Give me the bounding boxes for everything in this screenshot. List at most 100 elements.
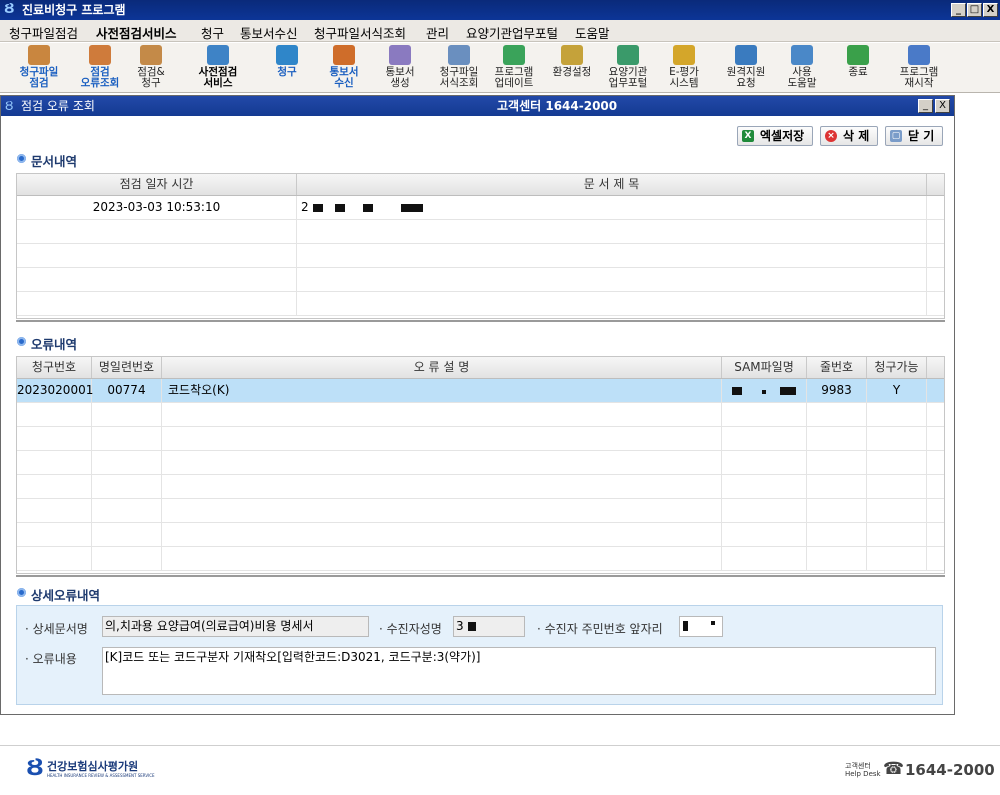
folder-check-icon [28, 45, 50, 65]
panel-close-button[interactable]: X [935, 99, 950, 113]
toolbar-button-14[interactable]: 종료 [843, 45, 873, 91]
redaction-mark [335, 204, 345, 212]
redaction-mark [711, 621, 715, 625]
table-row[interactable]: 2023020001 00774 코드착오(K) 9983 Y [17, 379, 944, 403]
toolbar-button-13[interactable]: 사용 도움말 [784, 45, 820, 91]
toolbar-button-6[interactable]: 통보서 생성 [383, 45, 417, 91]
redaction-mark [468, 622, 476, 631]
doc-grid: 점검 일자 시간 문 서 제 목 2023-03-03 10:53:10 2 [16, 173, 945, 319]
table-row[interactable] [17, 547, 944, 571]
table-row[interactable] [17, 244, 944, 268]
menu-manage[interactable]: 관리 [426, 23, 449, 42]
footer-org-sub: HEALTH INSURANCE REVIEW & ASSESSMENT SER… [47, 773, 155, 778]
form-search-icon [448, 45, 470, 65]
toolbar-button-0[interactable]: 청구파일 점검 [15, 45, 63, 91]
detail-name-label: · 수진자성명 [379, 622, 442, 636]
table-row[interactable] [17, 403, 944, 427]
err-col-serial[interactable]: 명일련번호 [92, 357, 162, 378]
toolbar-label: E-평가 시스템 [669, 66, 699, 89]
app-logo-icon: Ȣ [4, 2, 15, 17]
doc-spacer-cell [927, 196, 945, 219]
err-serial-cell: 00774 [92, 379, 162, 402]
menu-portal[interactable]: 요양기관업무포털 [466, 23, 558, 42]
err-desc-cell: 코드착오(K) [162, 379, 722, 402]
doc-col-spacer [927, 174, 945, 195]
table-row[interactable] [17, 475, 944, 499]
close-window-button[interactable]: X [983, 3, 998, 17]
menu-file-check[interactable]: 청구파일점검 [9, 23, 78, 42]
restart-icon [908, 45, 930, 65]
toolbar-button-15[interactable]: 프로그램 재시작 [891, 45, 947, 91]
err-col-claim-no[interactable]: 청구번호 [17, 357, 92, 378]
menu-precheck[interactable]: 사전점검서비스 [96, 23, 177, 42]
delete-label: 삭 제 [843, 129, 870, 143]
redaction-mark [313, 204, 323, 212]
delete-button[interactable]: × 삭 제 [820, 126, 878, 146]
err-col-claimable[interactable]: 청구가능 [867, 357, 927, 378]
detail-doc-field[interactable]: 의,치과용 요양급여(의료급여)비용 명세서 [102, 616, 369, 637]
err-claimable-cell: Y [867, 379, 927, 402]
err-col-spacer [927, 357, 945, 378]
err-col-line[interactable]: 줄번호 [807, 357, 867, 378]
menu-help[interactable]: 도움말 [575, 23, 610, 42]
detail-content-label-text: 오류내용 [32, 652, 77, 666]
create-notice-icon [389, 45, 411, 65]
toolbar-label: 사용 도움말 [787, 66, 817, 89]
toolbar-button-2[interactable]: 점검& 청구 [133, 45, 169, 91]
toolbar-button-11[interactable]: E-평가 시스템 [664, 45, 704, 91]
minimize-button[interactable]: _ [951, 3, 966, 17]
exit-icon [847, 45, 869, 65]
toolbar-button-4[interactable]: 청구 [272, 45, 302, 91]
table-row[interactable] [17, 427, 944, 451]
err-col-sam[interactable]: SAM파일명 [722, 357, 807, 378]
toolbar-button-5[interactable]: 통보서 수신 [326, 45, 362, 91]
check-claim-icon [140, 45, 162, 65]
divider [16, 320, 945, 322]
error-search-icon [89, 45, 111, 65]
menu-form-search[interactable]: 청구파일서식조회 [314, 23, 406, 42]
detail-box: · 상세문서명 의,치과용 요양급여(의료급여)비용 명세서 · 수진자성명 3… [16, 605, 943, 705]
table-row[interactable] [17, 499, 944, 523]
window-title: 진료비청구 프로그램 [22, 3, 126, 17]
toolbar-label: 통보서 수신 [329, 66, 359, 89]
err-col-desc[interactable]: 오 류 설 명 [162, 357, 722, 378]
table-row[interactable] [17, 292, 944, 316]
receive-notice-icon [333, 45, 355, 65]
doc-col-date[interactable]: 점검 일자 시간 [17, 174, 297, 195]
detail-section-title: 상세오류내역 [17, 585, 100, 604]
menu-bar: 청구파일점검 사전점검서비스 청구 통보서수신 청구파일서식조회 관리 요양기관… [0, 20, 1000, 42]
redaction-mark [780, 387, 796, 395]
close-label: 닫 기 [908, 129, 935, 143]
menu-notice[interactable]: 통보서수신 [240, 23, 298, 42]
menu-claim[interactable]: 청구 [201, 23, 224, 42]
toolbar-button-1[interactable]: 점검 오류조회 [75, 45, 125, 91]
table-row[interactable] [17, 451, 944, 475]
doc-title-cell: 2 [297, 196, 927, 219]
close-doc-icon: ▢ [890, 130, 902, 142]
table-row[interactable] [17, 523, 944, 547]
table-row[interactable]: 2023-03-03 10:53:10 2 [17, 196, 944, 220]
err-section-title: 오류내역 [17, 334, 77, 353]
err-claim-no-cell: 2023020001 [17, 379, 93, 402]
redaction-mark [401, 204, 423, 212]
toolbar-label: 프로그램 업데이트 [494, 66, 534, 89]
detail-name-field[interactable]: 3 [453, 616, 525, 637]
maximize-button[interactable]: □ [967, 3, 982, 17]
toolbar-button-7[interactable]: 청구파일 서식조회 [437, 45, 481, 91]
table-row[interactable] [17, 268, 944, 292]
settings-icon [561, 45, 583, 65]
toolbar-button-12[interactable]: 원격지원 요청 [720, 45, 772, 91]
toolbar-button-8[interactable]: 프로그램 업데이트 [492, 45, 536, 91]
divider [16, 575, 945, 577]
claim-icon [276, 45, 298, 65]
doc-col-title[interactable]: 문 서 제 목 [297, 174, 927, 195]
toolbar-button-3[interactable]: 사전점검 서비스 [190, 45, 246, 91]
close-button[interactable]: ▢ 닫 기 [885, 126, 943, 146]
toolbar-label: 청구파일 점검 [19, 66, 59, 89]
table-row[interactable] [17, 220, 944, 244]
panel-minimize-button[interactable]: _ [918, 99, 933, 113]
toolbar-button-9[interactable]: 환경설정 [548, 45, 596, 91]
excel-save-button[interactable]: X 엑셀저장 [737, 126, 813, 146]
detail-content-field[interactable]: [K]코드 또는 코드구분자 기재착오[입력한코드:D3021, 코드구분:3(… [102, 647, 936, 695]
toolbar-button-10[interactable]: 요양기관 업무포털 [606, 45, 650, 91]
